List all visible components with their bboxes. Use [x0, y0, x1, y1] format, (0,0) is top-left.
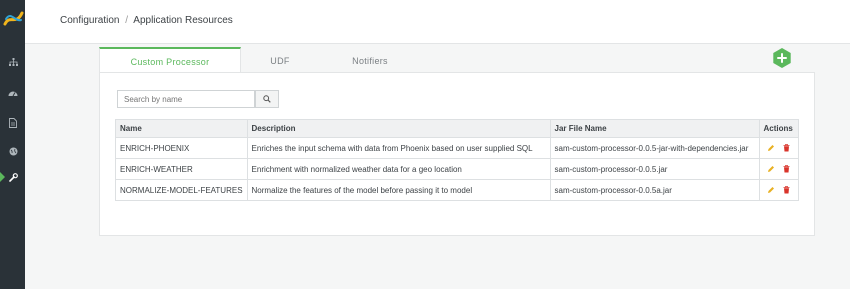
sidebar	[0, 0, 25, 289]
column-header-description[interactable]: Description	[246, 119, 551, 138]
search-input[interactable]	[117, 90, 255, 108]
tab-custom-processor[interactable]: Custom Processor	[99, 47, 241, 75]
table-row: NORMALIZE-MODEL-FEATURES Normalize the f…	[115, 179, 800, 201]
cell-jar-file-name: sam-custom-processor-0.0.5-jar-with-depe…	[549, 137, 760, 159]
breadcrumb-parent[interactable]: Configuration	[60, 15, 119, 26]
dashboard-icon[interactable]	[3, 85, 23, 101]
search-icon	[263, 95, 271, 103]
cell-jar-file-name: sam-custom-processor-0.0.5.jar	[549, 158, 760, 180]
table-header-row: Name Description Jar File Name Actions	[115, 119, 800, 138]
wrench-icon[interactable]	[3, 169, 23, 185]
cell-actions	[758, 158, 800, 180]
cell-actions	[758, 179, 800, 201]
sitemap-icon[interactable]	[3, 54, 23, 70]
tab-notifiers[interactable]: Notifiers	[320, 48, 420, 73]
pencil-icon[interactable]	[767, 186, 775, 194]
cell-actions	[758, 137, 800, 159]
resources-table: Name Description Jar File Name Actions E…	[115, 119, 800, 201]
pencil-icon[interactable]	[767, 165, 775, 173]
table-row: ENRICH-PHOENIX Enriches the input schema…	[115, 137, 800, 159]
column-header-actions: Actions	[758, 119, 800, 138]
cell-name: ENRICH-PHOENIX	[115, 137, 248, 159]
pencil-icon[interactable]	[767, 144, 775, 152]
custom-processor-panel: Name Description Jar File Name Actions E…	[99, 72, 815, 236]
breadcrumb-current: Application Resources	[133, 15, 233, 26]
cell-name: ENRICH-WEATHER	[115, 158, 248, 180]
cell-description: Enriches the input schema with data from…	[246, 137, 551, 159]
table-row: ENRICH-WEATHER Enrichment with normalize…	[115, 158, 800, 180]
globe-icon[interactable]	[3, 143, 23, 159]
trash-icon[interactable]	[783, 144, 790, 152]
trash-icon[interactable]	[783, 165, 790, 173]
app-logo[interactable]	[2, 10, 24, 28]
cell-description: Enrichment with normalized weather data …	[246, 158, 551, 180]
cell-name: NORMALIZE-MODEL-FEATURES	[115, 179, 248, 201]
top-bar: Configuration / Application Resources	[25, 0, 850, 44]
breadcrumb-separator: /	[125, 15, 129, 26]
tab-udf[interactable]: UDF	[240, 48, 320, 73]
breadcrumb: Configuration / Application Resources	[60, 15, 233, 26]
cell-jar-file-name: sam-custom-processor-0.0.5a.jar	[549, 179, 760, 201]
column-header-name[interactable]: Name	[115, 119, 248, 138]
search-button[interactable]	[255, 90, 279, 108]
add-button[interactable]	[772, 48, 792, 68]
column-header-jar-file-name[interactable]: Jar File Name	[549, 119, 760, 138]
trash-icon[interactable]	[783, 186, 790, 194]
cell-description: Normalize the features of the model befo…	[246, 179, 551, 201]
file-icon[interactable]	[3, 115, 23, 131]
